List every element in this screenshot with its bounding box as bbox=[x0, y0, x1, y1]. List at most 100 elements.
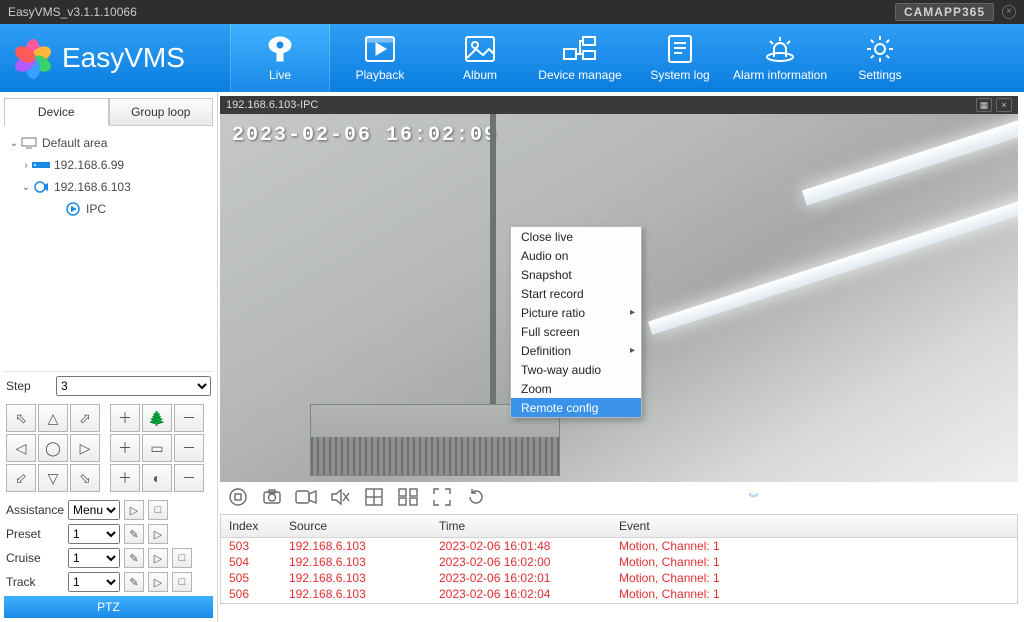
focus-in-button[interactable]: ＋ bbox=[110, 434, 140, 462]
ptz-down-button[interactable]: ▽ bbox=[38, 464, 68, 492]
edit-small-icon[interactable]: ✎ bbox=[124, 548, 144, 568]
zoom-in-button[interactable]: ＋ bbox=[110, 404, 140, 432]
watermark-badge: CAMAPP365 bbox=[895, 3, 994, 21]
menu-full-screen[interactable]: Full screen bbox=[511, 322, 641, 341]
focus-far-button[interactable]: 🌲 bbox=[142, 404, 172, 432]
window-close-icon[interactable]: × bbox=[1002, 5, 1016, 19]
toolbar-system-log[interactable]: System log bbox=[630, 24, 730, 92]
menu-close-live[interactable]: Close live bbox=[511, 227, 641, 246]
ptz-right-button[interactable]: ▷ bbox=[70, 434, 100, 462]
toolbar-live[interactable]: Live bbox=[230, 24, 330, 92]
ptz-up-left-button[interactable]: ⬁ bbox=[6, 404, 36, 432]
device-tree: ⌄ Default area › 192.168.6.99 ⌄ 192.168.… bbox=[4, 126, 213, 371]
ptz-down-left-button[interactable]: ⬃ bbox=[6, 464, 36, 492]
menu-zoom[interactable]: Zoom bbox=[511, 379, 641, 398]
video-area[interactable]: 2023-02-06 16:02:09 Close liveAudio onSn… bbox=[220, 114, 1018, 482]
iris-close-button[interactable]: － bbox=[174, 464, 204, 492]
menu-start-record[interactable]: Start record bbox=[511, 284, 641, 303]
tree-node-label: 192.168.6.99 bbox=[54, 158, 124, 172]
edit-small-icon[interactable]: ✎ bbox=[124, 572, 144, 592]
system-log-icon bbox=[663, 34, 697, 64]
ptz-down-right-button[interactable]: ⬂ bbox=[70, 464, 100, 492]
toolbar-device-manage[interactable]: Device manage bbox=[530, 24, 630, 92]
caret-icon: › bbox=[20, 160, 32, 171]
toolbar-album[interactable]: Album bbox=[430, 24, 530, 92]
ptz-expand-bar[interactable]: PTZ bbox=[4, 596, 213, 618]
event-row[interactable]: 505 192.168.6.103 2023-02-06 16:02:01 Mo… bbox=[221, 570, 1017, 586]
ptz-left-button[interactable]: ◁ bbox=[6, 434, 36, 462]
cell-source: 192.168.6.103 bbox=[281, 538, 431, 554]
menu-picture-ratio[interactable]: Picture ratio bbox=[511, 303, 641, 322]
cell-event: Motion, Channel: 1 bbox=[611, 538, 1017, 554]
toolbar-playback[interactable]: Playback bbox=[330, 24, 430, 92]
tree-leaf-ipc[interactable]: IPC bbox=[4, 198, 213, 220]
record-icon[interactable] bbox=[294, 486, 318, 508]
cell-index: 505 bbox=[221, 570, 281, 586]
layout-2-icon[interactable] bbox=[396, 486, 420, 508]
stop-small-icon[interactable]: □ bbox=[172, 548, 192, 568]
assist-select[interactable]: 1 bbox=[68, 572, 120, 592]
play-small-icon[interactable]: ▷ bbox=[148, 524, 168, 544]
ptz-up-button[interactable]: △ bbox=[38, 404, 68, 432]
menu-snapshot[interactable]: Snapshot bbox=[511, 265, 641, 284]
menu-two-way-audio[interactable]: Two-way audio bbox=[511, 360, 641, 379]
assist-select[interactable]: 1 bbox=[68, 548, 120, 568]
zoom-out-button[interactable]: － bbox=[174, 404, 204, 432]
play-small-icon[interactable]: ▷ bbox=[124, 500, 144, 520]
cell-event: Motion, Channel: 1 bbox=[611, 554, 1017, 570]
cell-index: 504 bbox=[221, 554, 281, 570]
step-select[interactable]: 3 bbox=[56, 376, 211, 396]
tree-node-0[interactable]: › 192.168.6.99 bbox=[4, 154, 213, 176]
tree-root[interactable]: ⌄ Default area bbox=[4, 132, 213, 154]
video-decor bbox=[802, 114, 1018, 206]
assist-row-preset: Preset 1 ✎ ▷ bbox=[6, 522, 211, 546]
video-toolbar: ︾ bbox=[220, 482, 1018, 512]
stop-small-icon[interactable]: □ bbox=[148, 500, 168, 520]
aux-button[interactable]: ◐ bbox=[142, 464, 172, 492]
stop-all-icon[interactable] bbox=[226, 486, 250, 508]
menu-remote-config[interactable]: Remote config bbox=[511, 398, 641, 417]
app-logo: EasyVMS bbox=[12, 37, 212, 79]
tree-node-label: 192.168.6.103 bbox=[54, 180, 131, 194]
ptz-home-button[interactable]: ◯ bbox=[38, 434, 68, 462]
video-grid-icon[interactable]: ▦ bbox=[976, 98, 992, 112]
assist-label: Assistance bbox=[6, 503, 64, 517]
iris-button[interactable]: ▭ bbox=[142, 434, 172, 462]
tab-device[interactable]: Device bbox=[4, 98, 109, 126]
event-body[interactable]: 503 192.168.6.103 2023-02-06 16:01:48 Mo… bbox=[221, 538, 1017, 603]
edit-small-icon[interactable]: ✎ bbox=[124, 524, 144, 544]
fullscreen-icon[interactable] bbox=[430, 486, 454, 508]
assist-row-track: Track 1 ✎ ▷ □ bbox=[6, 570, 211, 594]
toolbar-label: System log bbox=[650, 68, 709, 82]
focus-out-button[interactable]: － bbox=[174, 434, 204, 462]
toolbar-settings[interactable]: Settings bbox=[830, 24, 930, 92]
iris-open-button[interactable]: ＋ bbox=[110, 464, 140, 492]
menu-audio-on[interactable]: Audio on bbox=[511, 246, 641, 265]
layout-1-icon[interactable] bbox=[362, 486, 386, 508]
event-row[interactable]: 506 192.168.6.103 2023-02-06 16:02:04 Mo… bbox=[221, 586, 1017, 602]
play-small-icon[interactable]: ▷ bbox=[148, 548, 168, 568]
nvr-icon bbox=[32, 158, 50, 172]
tree-node-1[interactable]: ⌄ 192.168.6.103 bbox=[4, 176, 213, 198]
menu-definition[interactable]: Definition bbox=[511, 341, 641, 360]
event-row[interactable]: 503 192.168.6.103 2023-02-06 16:01:48 Mo… bbox=[221, 538, 1017, 554]
col-index: Index bbox=[221, 515, 281, 537]
camera-icon bbox=[32, 180, 50, 194]
tab-group-loop[interactable]: Group loop bbox=[109, 98, 214, 126]
cell-time: 2023-02-06 16:01:48 bbox=[431, 538, 611, 554]
main-toolbar: EasyVMS LivePlaybackAlbumDevice manage Sy… bbox=[0, 24, 1024, 92]
mute-icon[interactable] bbox=[328, 486, 352, 508]
replay-icon[interactable] bbox=[464, 486, 488, 508]
stop-small-icon[interactable]: □ bbox=[172, 572, 192, 592]
event-row[interactable]: 504 192.168.6.103 2023-02-06 16:02:00 Mo… bbox=[221, 554, 1017, 570]
toolbar-alarm-info[interactable]: Alarm information bbox=[730, 24, 830, 92]
collapse-toggle-icon[interactable]: ︾ bbox=[498, 490, 1012, 505]
window-title: EasyVMS_v3.1.1.10066 bbox=[8, 5, 137, 19]
tree-root-label: Default area bbox=[42, 136, 107, 150]
snapshot-icon[interactable] bbox=[260, 486, 284, 508]
assist-select[interactable]: Menu bbox=[68, 500, 120, 520]
ptz-up-right-button[interactable]: ⬀ bbox=[70, 404, 100, 432]
video-close-icon[interactable]: × bbox=[996, 98, 1012, 112]
assist-select[interactable]: 1 bbox=[68, 524, 120, 544]
play-small-icon[interactable]: ▷ bbox=[148, 572, 168, 592]
